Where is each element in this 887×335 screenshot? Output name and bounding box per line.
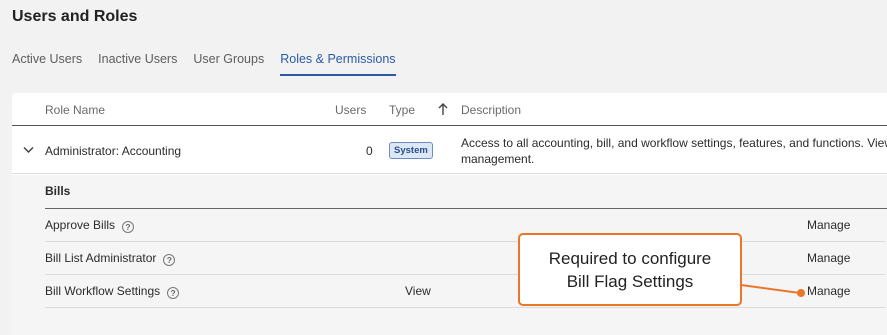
permissions-panel: Bills Approve Bills? Manage Bill List Ad… — [12, 175, 887, 335]
permission-manage[interactable]: Manage — [807, 284, 850, 298]
callout-line-2: Bill Flag Settings — [566, 272, 694, 291]
annotation-callout: Required to configure Bill Flag Settings — [518, 233, 742, 306]
section-title: Bills — [45, 184, 71, 198]
permission-row: Bill Workflow Settings? View Manage — [45, 275, 885, 308]
role-description-line-2: management. — [461, 152, 535, 166]
permission-name: Bill Workflow Settings? — [45, 284, 180, 299]
chevron-down-icon[interactable] — [23, 143, 34, 157]
header-type[interactable]: Type — [389, 103, 415, 117]
permission-name: Bill List Administrator? — [45, 251, 176, 266]
roles-table-card: Role Name Users Type Description Adminis… — [12, 93, 887, 335]
tab-bar: Active Users Inactive Users User Groups … — [12, 52, 412, 76]
permission-manage[interactable]: Manage — [807, 251, 850, 265]
tab-user-groups[interactable]: User Groups — [193, 52, 264, 76]
sort-ascending-icon[interactable] — [438, 103, 448, 119]
role-type-badge: System — [389, 142, 433, 159]
permission-view: View — [405, 284, 431, 298]
header-users[interactable]: Users — [335, 103, 366, 117]
table-row[interactable]: Administrator: Accounting 0 System Acces… — [12, 127, 887, 174]
table-header: Role Name Users Type Description — [12, 93, 887, 126]
permission-manage[interactable]: Manage — [807, 218, 850, 232]
header-role-name[interactable]: Role Name — [45, 103, 105, 117]
role-user-count: 0 — [366, 144, 373, 158]
role-name: Administrator: Accounting — [45, 144, 182, 158]
permission-label: Bill Workflow Settings — [45, 284, 161, 298]
page-title: Users and Roles — [12, 8, 138, 25]
permission-label: Approve Bills — [45, 218, 116, 232]
tab-inactive-users[interactable]: Inactive Users — [98, 52, 177, 76]
permission-label: Bill List Administrator — [45, 251, 157, 265]
help-icon[interactable]: ? — [122, 221, 135, 233]
permission-name: Approve Bills? — [45, 218, 135, 233]
header-description[interactable]: Description — [461, 103, 521, 117]
permission-row: Approve Bills? Manage — [45, 209, 885, 242]
tab-active-users[interactable]: Active Users — [12, 52, 82, 76]
callout-line-1: Required to configure — [548, 249, 712, 268]
tab-roles-permissions[interactable]: Roles & Permissions — [280, 52, 396, 76]
role-description-line-1: Access to all accounting, bill, and work… — [461, 136, 887, 150]
permission-row: Bill List Administrator? Manage — [45, 242, 885, 275]
help-icon[interactable]: ? — [167, 287, 180, 299]
help-icon[interactable]: ? — [163, 254, 176, 266]
role-description: Access to all accounting, bill, and work… — [461, 135, 887, 167]
